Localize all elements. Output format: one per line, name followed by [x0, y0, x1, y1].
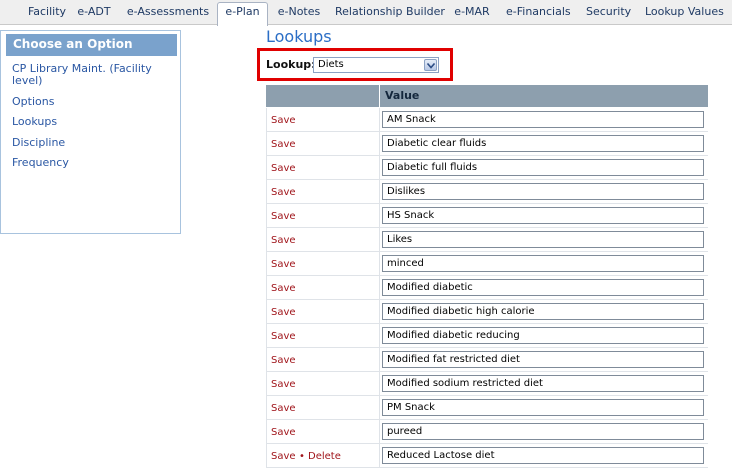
row-actions-cell: Save — [266, 156, 380, 180]
value-input[interactable]: Modified fat restricted diet — [382, 351, 704, 368]
save-link[interactable]: Save — [271, 235, 296, 246]
save-link[interactable]: Save — [271, 163, 296, 174]
value-input[interactable]: Dislikes — [382, 183, 704, 200]
table-row: Save pureed — [266, 420, 708, 444]
save-link[interactable]: Save — [271, 307, 296, 318]
value-input[interactable]: AM Snack — [382, 111, 704, 128]
chevron-down-icon[interactable] — [424, 59, 437, 71]
save-link[interactable]: Save — [271, 187, 296, 198]
row-actions-cell: Save — [266, 132, 380, 156]
row-actions-cell: Save — [266, 396, 380, 420]
action-separator: • — [299, 451, 305, 462]
table-row: Save Diabetic full fluids — [266, 156, 708, 180]
tab-e-assessments[interactable]: e-Assessments — [125, 3, 211, 23]
table-header: Value — [266, 85, 708, 107]
value-input[interactable]: Modified diabetic high calorie — [382, 303, 704, 320]
value-input[interactable]: Diabetic clear fluids — [382, 135, 704, 152]
table-row: Save Modified fat restricted diet — [266, 348, 708, 372]
save-link[interactable]: Save — [271, 211, 296, 222]
row-actions-cell: Save — [266, 252, 380, 276]
value-input[interactable]: PM Snack — [382, 399, 704, 416]
tab-facility[interactable]: Facility — [23, 3, 71, 23]
table-row: Save minced — [266, 252, 708, 276]
save-link[interactable]: Save — [271, 403, 296, 414]
row-actions-cell: Save — [266, 300, 380, 324]
value-input[interactable]: Reduced Lactose diet — [382, 447, 704, 464]
sidebar-item-cp-library-maint[interactable]: CP Library Maint. (Facility level) — [12, 63, 172, 87]
table-row: Save Modified diabetic reducing — [266, 324, 708, 348]
value-input[interactable]: Modified sodium restricted diet — [382, 375, 704, 392]
table-row: Save AM Snack — [266, 108, 708, 132]
row-actions-cell: Save — [266, 276, 380, 300]
lookup-label: Lookup: — [266, 58, 316, 71]
tab-e-financials[interactable]: e-Financials — [506, 3, 571, 23]
value-input[interactable]: minced — [382, 255, 704, 272]
save-link[interactable]: Save — [271, 427, 296, 438]
row-actions-cell: Save • Delete — [266, 444, 380, 468]
delete-link[interactable]: Delete — [308, 451, 341, 462]
row-actions-cell: Save — [266, 372, 380, 396]
lookup-select[interactable]: Diets — [313, 57, 439, 73]
table-row: Save • Delete Reduced Lactose diet — [266, 444, 708, 468]
save-link[interactable]: Save — [271, 355, 296, 366]
save-link[interactable]: Save — [271, 115, 296, 126]
table-row: Save Modified diabetic — [266, 276, 708, 300]
options-sidebar: Choose an Option CP Library Maint. (Faci… — [0, 30, 181, 234]
row-actions-cell: Save — [266, 108, 380, 132]
save-link[interactable]: Save — [271, 259, 296, 270]
row-actions-cell: Save — [266, 420, 380, 444]
row-actions-cell: Save — [266, 348, 380, 372]
top-tab-bar: Facility e-ADT e-Assessments e-Plan e-No… — [0, 0, 732, 26]
tab-lookup-values[interactable]: Lookup Values — [645, 3, 724, 23]
save-link[interactable]: Save — [271, 331, 296, 342]
tab-relationship-builder[interactable]: Relationship Builder — [335, 3, 445, 23]
row-actions-cell: Save — [266, 324, 380, 348]
value-input[interactable]: HS Snack — [382, 207, 704, 224]
row-actions-cell: Save — [266, 228, 380, 252]
sidebar-item-options[interactable]: Options — [12, 96, 172, 108]
tab-e-mar[interactable]: e-MAR — [453, 3, 491, 23]
value-input[interactable]: Diabetic full fluids — [382, 159, 704, 176]
save-link[interactable]: Save — [271, 283, 296, 294]
sidebar-item-discipline[interactable]: Discipline — [12, 137, 172, 149]
row-actions-cell: Save — [266, 204, 380, 228]
table-row: Save Modified diabetic high calorie — [266, 300, 708, 324]
tab-e-plan[interactable]: e-Plan — [217, 2, 268, 26]
value-input[interactable]: Modified diabetic reducing — [382, 327, 704, 344]
header-separator — [379, 85, 380, 107]
table-row: Save Modified sodium restricted diet — [266, 372, 708, 396]
tab-e-notes[interactable]: e-Notes — [276, 3, 322, 23]
save-link[interactable]: Save — [271, 139, 296, 150]
value-input[interactable]: Likes — [382, 231, 704, 248]
table-row: Save Likes — [266, 228, 708, 252]
column-header-value: Value — [385, 89, 420, 102]
value-input[interactable]: Modified diabetic — [382, 279, 704, 296]
sidebar-item-lookups[interactable]: Lookups — [12, 116, 172, 128]
table-row: Save PM Snack — [266, 396, 708, 420]
table-row: Save HS Snack — [266, 204, 708, 228]
table-row: Save Dislikes — [266, 180, 708, 204]
value-input[interactable]: pureed — [382, 423, 704, 440]
lookup-select-value: Diets — [318, 59, 344, 70]
sidebar-header: Choose an Option — [6, 34, 177, 56]
save-link[interactable]: Save — [271, 379, 296, 390]
save-link[interactable]: Save — [271, 451, 296, 462]
sidebar-item-frequency[interactable]: Frequency — [12, 157, 172, 169]
row-actions-cell: Save — [266, 180, 380, 204]
tab-e-adt[interactable]: e-ADT — [75, 3, 113, 23]
table-row: Save Diabetic clear fluids — [266, 132, 708, 156]
tab-security[interactable]: Security — [586, 3, 631, 23]
page-title: Lookups — [266, 27, 332, 46]
